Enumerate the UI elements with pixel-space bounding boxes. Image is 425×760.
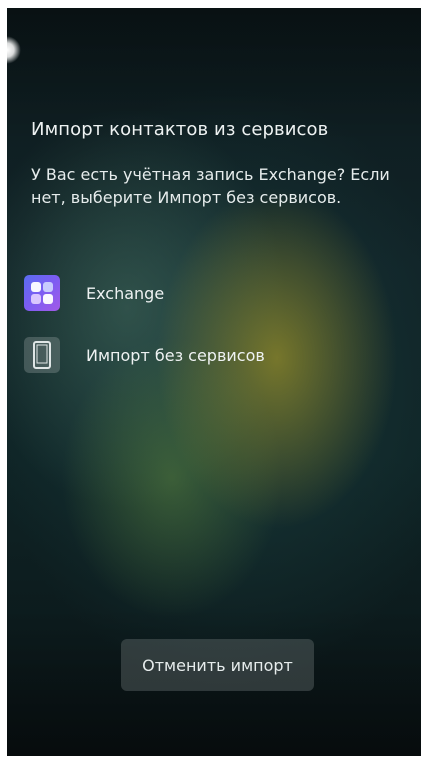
option-exchange-label: Exchange (86, 283, 165, 303)
light-glow (7, 36, 21, 64)
option-import-without-services[interactable]: Импорт без сервисов (24, 333, 394, 377)
option-import-without-services-label: Импорт без сервисов (86, 345, 265, 365)
import-screen: Импорт контактов из сервисов У Вас есть … (7, 8, 421, 756)
cancel-import-button[interactable]: Отменить импорт (121, 639, 314, 691)
option-exchange[interactable]: Exchange (24, 271, 394, 315)
dialog-title: Импорт контактов из сервисов (31, 119, 329, 140)
dialog-message: У Вас есть учётная запись Exchange? Если… (31, 165, 390, 207)
phone-icon (24, 337, 60, 373)
exchange-app-icon (24, 275, 60, 311)
